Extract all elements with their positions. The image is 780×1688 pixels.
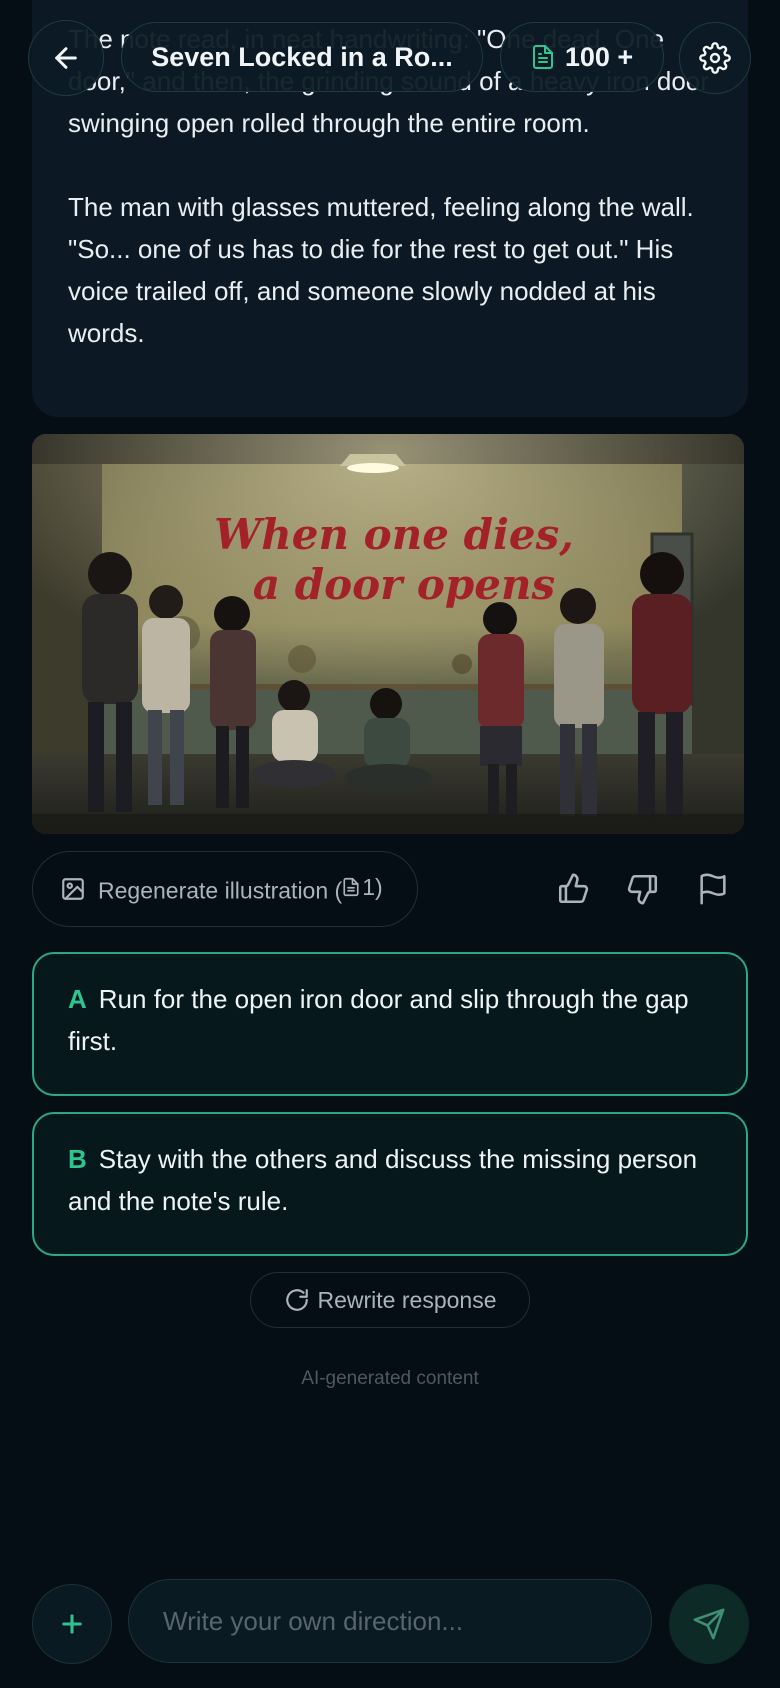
rewrite-response-button[interactable]: Rewrite response: [250, 1272, 530, 1328]
choice-letter: B: [68, 1144, 87, 1174]
choice-text: Run for the open iron door and slip thro…: [68, 984, 689, 1056]
document-credit-icon: [343, 878, 359, 897]
back-button[interactable]: [28, 20, 104, 96]
top-bar: Seven Locked in a Ro... 100 +: [0, 0, 780, 116]
regenerate-cost: 1): [342, 873, 383, 901]
send-button[interactable]: [669, 1584, 749, 1664]
image-icon: [62, 878, 84, 900]
choice-b[interactable]: B Stay with the others and discuss the mi…: [32, 1112, 748, 1256]
story-title: Seven Locked in a Ro...: [151, 41, 453, 72]
regenerate-label: Regenerate illustration ( 1): [98, 874, 383, 905]
choice-letter: A: [68, 984, 87, 1014]
direction-input[interactable]: [128, 1579, 652, 1663]
send-icon: [693, 1608, 725, 1640]
wall-text-line-1: When one dies,: [214, 510, 574, 559]
report-button[interactable]: [696, 872, 730, 906]
thumbs-up-button[interactable]: [556, 872, 590, 906]
rewrite-label: Rewrite response: [317, 1286, 497, 1313]
settings-button[interactable]: [679, 22, 751, 94]
thumbs-up-icon: [558, 873, 589, 904]
credits-pill[interactable]: 100 +: [500, 22, 664, 92]
thumbs-down-icon: [627, 874, 658, 905]
gear-icon: [699, 42, 731, 74]
choice-text: Stay with the others and discuss the mis…: [68, 1144, 698, 1216]
refresh-icon: [285, 1289, 308, 1311]
document-credit-icon: [532, 45, 553, 69]
regenerate-cost-value: 1): [362, 873, 383, 900]
arrow-left-icon: [55, 47, 77, 69]
regenerate-text: Regenerate illustration (: [98, 877, 343, 904]
story-title-pill[interactable]: Seven Locked in a Ro...: [121, 22, 483, 92]
choice-a[interactable]: A Run for the open iron door and slip thr…: [32, 952, 748, 1096]
credits-count: 100 +: [564, 41, 634, 72]
plus-icon: [62, 1614, 82, 1634]
illustration-image: When one dies, a door opens: [32, 434, 744, 834]
wall-text-line-2: a door opens: [253, 560, 555, 609]
thumbs-down-button[interactable]: [626, 872, 660, 906]
story-illustration[interactable]: When one dies, a door opens: [32, 434, 744, 834]
story-chat-screen: The note read, in neat handwriting: "One…: [0, 0, 780, 1688]
story-paragraph-2: The man with glasses muttered, feeling a…: [68, 192, 694, 348]
flag-icon: [700, 873, 726, 905]
ai-generated-note: AI-generated content: [301, 1368, 479, 1389]
regenerate-illustration-button[interactable]: Regenerate illustration ( 1): [32, 851, 418, 927]
add-button[interactable]: [32, 1584, 112, 1664]
